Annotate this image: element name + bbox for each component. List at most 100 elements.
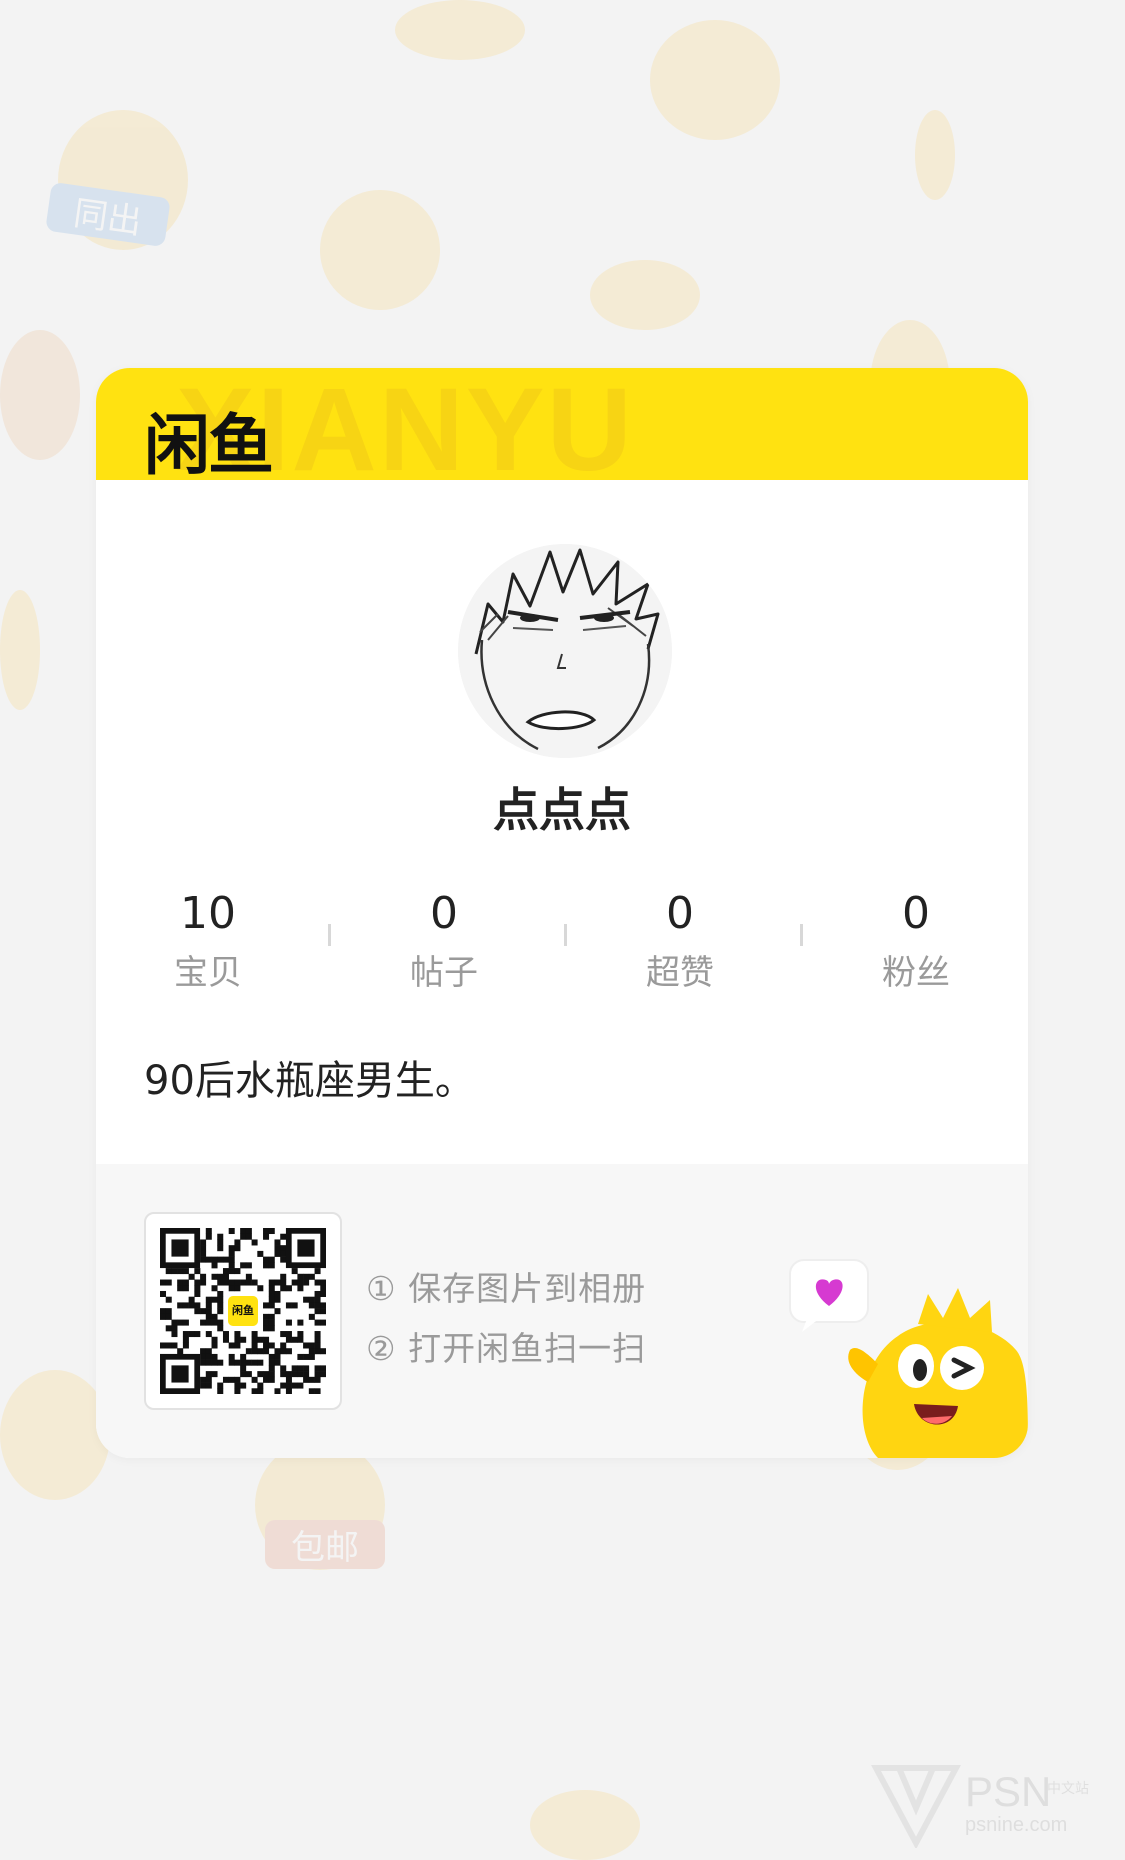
qr-module <box>280 1245 287 1252</box>
qr-module <box>177 1279 184 1286</box>
qr-module <box>291 1279 298 1286</box>
qr-module <box>234 1331 241 1338</box>
qr-module <box>280 1331 287 1338</box>
qr-module <box>240 1228 247 1235</box>
qr-module <box>160 1279 167 1286</box>
qr-module <box>263 1262 270 1269</box>
qr-module <box>240 1279 247 1286</box>
qr-module <box>268 1342 275 1349</box>
stat-items[interactable]: 10 宝贝 <box>108 888 308 994</box>
qr-module <box>228 1279 235 1286</box>
qr-module <box>285 1376 292 1383</box>
qr-module <box>171 1268 178 1275</box>
qr-module <box>228 1256 235 1263</box>
qr-module <box>257 1336 264 1343</box>
qr-module <box>182 1319 189 1326</box>
qr-module <box>217 1302 224 1309</box>
qr-module <box>211 1342 218 1349</box>
qr-module <box>314 1319 321 1326</box>
qr-module <box>263 1319 270 1326</box>
stat-fans[interactable]: 0 粉丝 <box>816 888 1016 994</box>
qr-module <box>165 1313 172 1320</box>
qr-module <box>263 1348 270 1355</box>
stat-divider <box>564 924 567 946</box>
qr-module <box>257 1388 264 1395</box>
stat-likes[interactable]: 0 超赞 <box>580 888 780 994</box>
qr-module <box>205 1353 212 1360</box>
qr-module <box>228 1262 235 1269</box>
qr-module <box>314 1371 321 1378</box>
qr-module <box>245 1233 252 1240</box>
qr-module <box>274 1388 281 1395</box>
qr-module <box>228 1342 235 1349</box>
qr-module <box>245 1348 252 1355</box>
qr-module <box>297 1365 304 1372</box>
qr-module <box>297 1336 304 1343</box>
stat-label: 宝贝 <box>174 952 242 993</box>
qr-module <box>160 1313 167 1320</box>
qr-module <box>268 1313 275 1320</box>
bg-sticker-surprised-face <box>650 20 780 140</box>
qr-module <box>320 1365 327 1372</box>
bio-text: 90后水瓶座男生。 <box>144 1058 475 1104</box>
qr-module <box>211 1319 218 1326</box>
qr-module <box>177 1319 184 1326</box>
qr-module <box>251 1239 258 1246</box>
qr-module <box>217 1325 224 1332</box>
qr-module <box>200 1319 207 1326</box>
qr-module <box>308 1388 315 1395</box>
qr-module <box>314 1331 321 1338</box>
qr-module <box>251 1342 258 1349</box>
qr-module <box>291 1268 298 1275</box>
qr-module <box>228 1268 235 1275</box>
qr-module <box>257 1250 264 1257</box>
avatar[interactable] <box>458 544 672 758</box>
qr-code[interactable]: 闲鱼 <box>144 1212 342 1410</box>
qr-finder-pattern <box>171 1365 189 1383</box>
qr-module <box>200 1279 207 1286</box>
qr-module <box>303 1273 310 1280</box>
card-header: XIANYU 闲鱼 <box>96 368 1028 496</box>
qr-module <box>280 1250 287 1257</box>
qr-module <box>274 1279 281 1286</box>
qr-module <box>171 1342 178 1349</box>
stat-posts[interactable]: 0 帖子 <box>344 888 544 994</box>
qr-module <box>234 1279 241 1286</box>
qr-module <box>171 1325 178 1332</box>
qr-module <box>205 1256 212 1263</box>
qr-module <box>200 1376 207 1383</box>
qr-module <box>268 1325 275 1332</box>
qr-module <box>268 1296 275 1303</box>
qr-module <box>314 1376 321 1383</box>
qr-module <box>280 1279 287 1286</box>
stat-label: 超赞 <box>646 952 714 993</box>
qr-module <box>240 1336 247 1343</box>
qr-module <box>234 1382 241 1389</box>
qr-module <box>165 1342 172 1349</box>
qr-module <box>217 1296 224 1303</box>
qr-module <box>177 1268 184 1275</box>
qr-module <box>200 1348 207 1355</box>
qr-module <box>205 1302 212 1309</box>
qr-module <box>211 1256 218 1263</box>
qr-module <box>240 1262 247 1269</box>
qr-module <box>308 1296 315 1303</box>
qr-module <box>182 1268 189 1275</box>
qr-module <box>205 1359 212 1366</box>
qr-module <box>257 1382 264 1389</box>
qr-module <box>177 1348 184 1355</box>
qr-module <box>228 1285 235 1292</box>
qr-module <box>320 1279 327 1286</box>
qr-module <box>314 1268 321 1275</box>
bg-sticker-winking-face <box>395 0 525 60</box>
qr-module <box>297 1273 304 1280</box>
qr-module <box>308 1353 315 1360</box>
qr-module <box>211 1353 218 1360</box>
qr-module <box>314 1296 321 1303</box>
stat-divider <box>328 924 331 946</box>
qr-module <box>171 1319 178 1326</box>
qr-module <box>297 1371 304 1378</box>
qr-module <box>245 1228 252 1235</box>
qr-module <box>263 1233 270 1240</box>
qr-module <box>211 1285 218 1292</box>
